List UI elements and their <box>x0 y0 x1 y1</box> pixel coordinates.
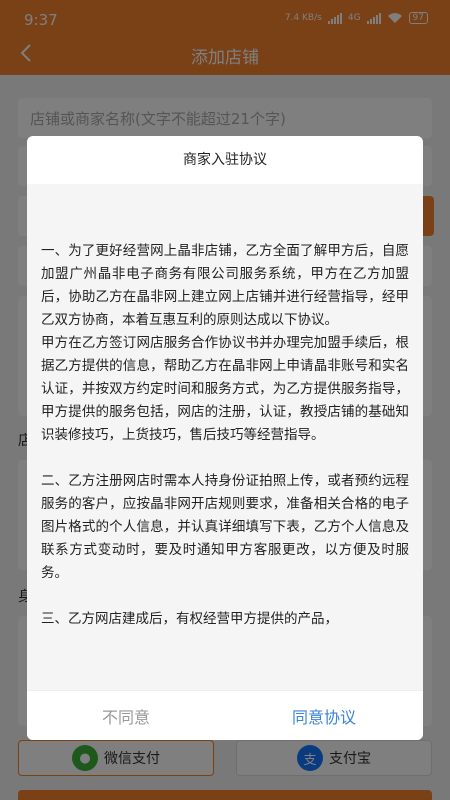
agreement-paragraph: 甲方在乙方签订网店服务合作协议书并办理完加盟手续后，根据乙方提供的信息，帮助乙方… <box>41 335 409 443</box>
agree-button[interactable]: 同意协议 <box>225 691 423 740</box>
agreement-content[interactable]: 一、为了更好经营网上晶非店铺，乙方全面了解甲方后，自愿加盟广州晶非电子商务有限公… <box>27 184 423 690</box>
dialog-actions: 不同意 同意协议 <box>27 690 423 740</box>
agreement-paragraph: 二、乙方注册网店时需本人持身份证拍照上传，或者预约远程服务的客户，应按晶非网开店… <box>41 473 409 581</box>
agreement-paragraph: 一、为了更好经营网上晶非店铺，乙方全面了解甲方后，自愿加盟广州晶非电子商务有限公… <box>41 243 409 328</box>
agreement-dialog: 商家入驻协议 一、为了更好经营网上晶非店铺，乙方全面了解甲方后，自愿加盟广州晶非… <box>27 136 423 740</box>
disagree-button[interactable]: 不同意 <box>27 691 225 740</box>
dialog-title: 商家入驻协议 <box>183 152 267 168</box>
agreement-paragraph: 三、乙方网店建成后，有权经营甲方提供的产品， <box>41 611 338 627</box>
